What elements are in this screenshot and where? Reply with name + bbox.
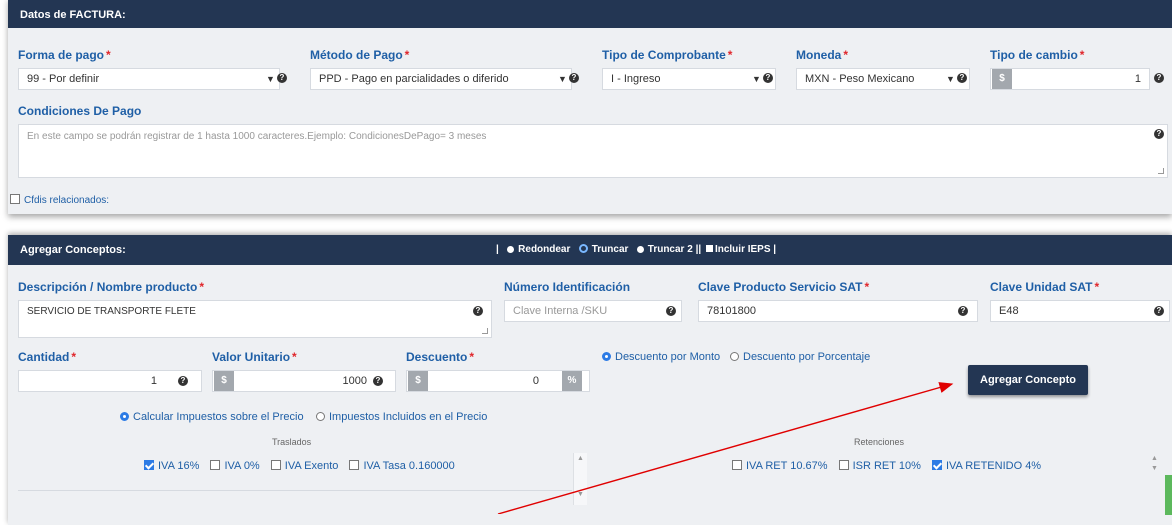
checkbox-icon[interactable] [144,460,154,470]
metodo-pago-select[interactable]: PPD - Pago en parcialidades o diferido [310,68,572,90]
cantidad-input[interactable]: 1 [18,370,202,392]
radio-icon[interactable] [120,412,129,421]
retencion-item[interactable]: IVA RET 10.67% [732,460,836,472]
dollar-icon: $ [408,371,428,391]
incluidos-precio-radio[interactable]: Impuestos Incluidos en el Precio [316,411,487,423]
help-icon[interactable]: ? [569,73,579,83]
retenciones-title: Retenciones [854,437,905,447]
help-icon[interactable]: ? [957,73,967,83]
tipo-comprobante-label: Tipo de Comprobante * [602,48,733,62]
valor-unitario-input[interactable]: 1000 [212,370,396,392]
numero-id-label: Número Identificación [504,280,631,294]
traslados-scrollbar[interactable]: ▲ ▼ [573,453,587,505]
help-icon[interactable]: ? [178,376,188,386]
help-icon[interactable]: ? [1154,129,1164,139]
help-icon[interactable]: ? [1154,306,1164,316]
chevron-down-icon: ▼ [946,74,955,84]
descuento-monto-radio[interactable]: Descuento por Monto [602,351,720,363]
conceptos-header: Agregar Conceptos: | Redondear Truncar T… [8,235,1172,265]
help-icon[interactable]: ? [373,376,383,386]
traslados-list: IVA 16% IVA 0% IVA Exento IVA Tasa 0.160… [144,460,463,472]
scroll-down-icon[interactable]: ▼ [1151,465,1158,472]
conceptos-panel: Agregar Conceptos: | Redondear Truncar T… [8,235,1172,525]
cfdis-relacionados-checkbox[interactable]: Cfdis relacionados: [10,194,109,206]
agregar-concepto-button[interactable]: Agregar Concepto [968,365,1088,395]
scroll-up-icon[interactable]: ▲ [1151,455,1158,462]
checkbox-icon[interactable] [210,460,221,470]
help-icon[interactable]: ? [1154,73,1164,83]
green-tab[interactable] [1165,475,1172,515]
checkbox-icon[interactable] [838,460,849,470]
clave-producto-label: Clave Producto Servicio SAT * [698,280,870,294]
tipo-cambio-label: Tipo de cambio * [990,48,1085,62]
retenciones-list: IVA RET 10.67% ISR RET 10% IVA RETENIDO … [732,460,1049,472]
forma-pago-select[interactable]: 99 - Por definir [18,68,280,90]
chevron-down-icon: ▼ [266,74,275,84]
radio-icon[interactable] [507,246,515,253]
radio-icon[interactable] [316,412,325,421]
descripcion-label: Descripción / Nombre producto * [18,280,205,294]
dollar-icon: $ [214,371,234,391]
percent-icon[interactable]: % [562,371,582,391]
calcular-precio-radio[interactable]: Calcular Impuestos sobre el Precio [120,411,304,423]
chevron-down-icon: ▼ [558,74,567,84]
help-icon[interactable]: ? [763,73,773,83]
scroll-down-icon[interactable]: ▼ [577,491,584,498]
traslados-title: Traslados [272,437,312,447]
checkbox-icon[interactable] [270,460,281,470]
traslado-item[interactable]: IVA Tasa 0.160000 [349,460,462,472]
chevron-down-icon: ▼ [752,74,761,84]
checkbox-icon[interactable] [10,194,20,204]
traslado-item[interactable]: IVA Exento [270,460,347,472]
checkbox-icon[interactable] [349,460,360,470]
checkbox-icon[interactable] [705,245,713,252]
truncar2-radio[interactable]: Truncar 2 || [636,244,701,255]
moneda-label: Moneda * [796,48,849,62]
clave-unidad-input[interactable]: E48 [990,300,1170,322]
radio-icon[interactable] [602,352,611,361]
valor-unitario-label: Valor Unitario * [212,350,297,364]
factura-panel: Datos de FACTURA: Forma de pago * 99 - Po… [8,0,1172,214]
separator: | [496,244,499,255]
retencion-item[interactable]: ISR RET 10% [838,460,929,472]
moneda-select[interactable]: MXN - Peso Mexicano [796,68,970,90]
incluir-ieps-checkbox[interactable]: Incluir IEPS | [704,244,776,255]
descuento-porcentaje-radio[interactable]: Descuento por Porcentaje [730,351,870,363]
retenciones-scrollbar[interactable]: ▲ ▼ [1148,453,1162,493]
cantidad-label: Cantidad * [18,350,77,364]
resize-handle[interactable] [482,328,488,334]
condiciones-label: Condiciones De Pago [18,104,142,118]
radio-icon[interactable] [578,244,588,253]
rounding-options: | Redondear Truncar Truncar 2 || Incluir… [496,235,776,265]
checkbox-icon[interactable] [931,460,942,470]
traslado-item[interactable]: IVA 0% [210,460,267,472]
divider [18,490,572,491]
scroll-up-icon[interactable]: ▲ [577,455,584,462]
help-icon[interactable]: ? [277,73,287,83]
retencion-item[interactable]: IVA RETENIDO 4% [931,460,1049,472]
radio-icon[interactable] [636,246,644,253]
redondear-radio[interactable]: Redondear [507,244,570,255]
resize-handle[interactable] [1158,168,1164,174]
truncar-radio[interactable]: Truncar [578,244,628,255]
descuento-label: Descuento * [406,350,475,364]
metodo-pago-label: Método de Pago * [310,48,410,62]
factura-header: Datos de FACTURA: [8,0,1172,28]
clave-unidad-label: Clave Unidad SAT * [990,280,1100,294]
tipo-cambio-input[interactable]: 1 [990,68,1150,90]
traslado-item[interactable]: IVA 16% [144,460,207,472]
dollar-icon: $ [992,69,1012,89]
help-icon[interactable]: ? [958,306,968,316]
forma-pago-label: Forma de pago * [18,48,111,62]
clave-producto-input[interactable]: 78101800 [698,300,978,322]
descripcion-textarea[interactable]: SERVICIO DE TRANSPORTE FLETE [18,300,492,338]
condiciones-textarea[interactable]: En este campo se podrán registrar de 1 h… [18,124,1168,178]
tipo-comprobante-select[interactable]: I - Ingreso [602,68,776,90]
checkbox-icon[interactable] [732,460,742,470]
help-icon[interactable]: ? [473,306,483,316]
numero-id-input[interactable]: Clave Interna /SKU [504,300,682,322]
help-icon[interactable]: ? [666,306,676,316]
radio-icon[interactable] [730,352,739,361]
conceptos-title: Agregar Conceptos: [20,244,126,256]
